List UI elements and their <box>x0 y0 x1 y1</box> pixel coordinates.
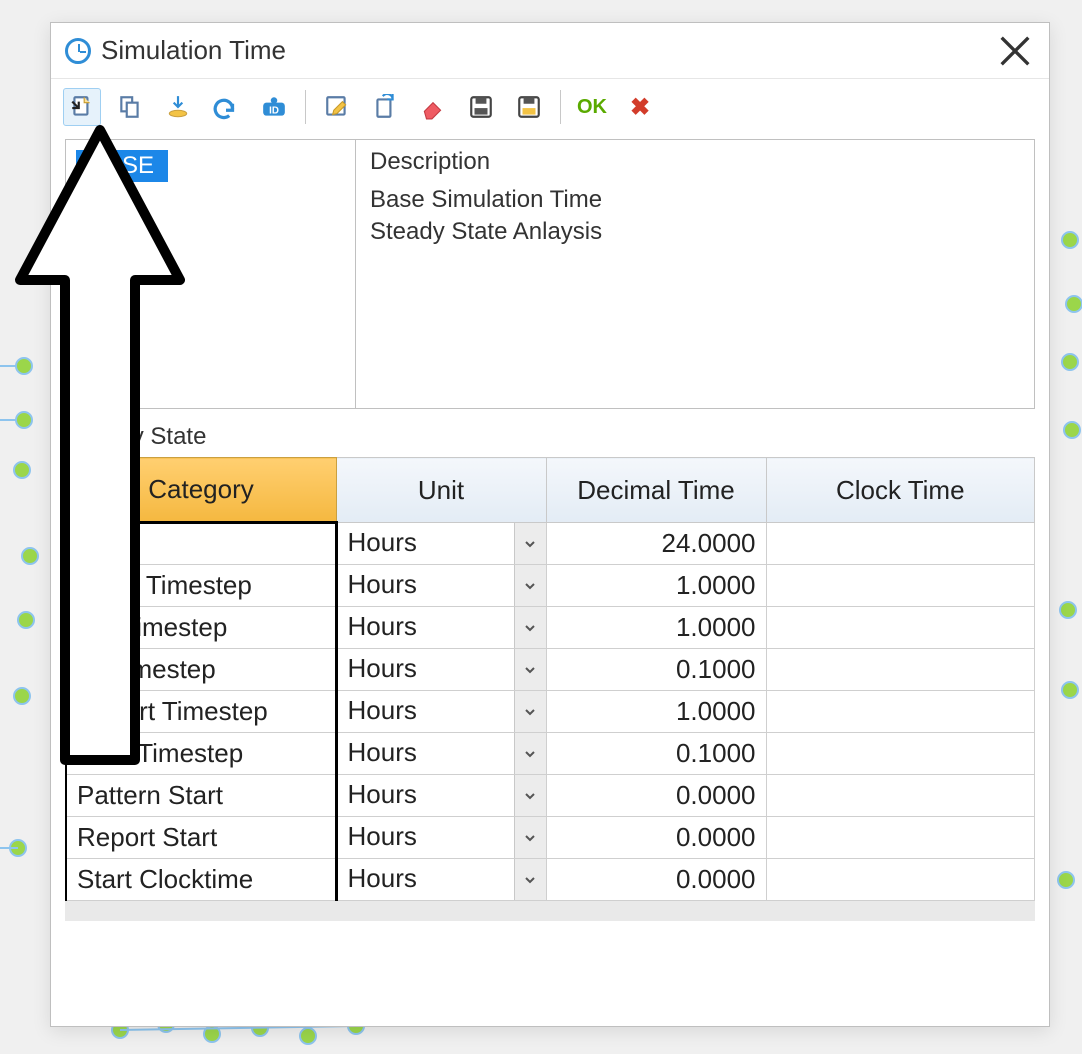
cell-unit[interactable]: Hours <box>336 565 546 607</box>
cell-unit[interactable]: Hours <box>336 733 546 775</box>
description-row: Steady State Anlaysis <box>370 218 1020 246</box>
table-row: Pattern StartHours 0.0000 <box>66 775 1035 817</box>
col-header-unit[interactable]: Unit <box>336 458 546 523</box>
cell-decimal-time[interactable]: 24.0000 <box>546 523 766 565</box>
unit-dropdown-button[interactable] <box>514 523 546 564</box>
unit-value: Hours <box>338 817 514 858</box>
cell-clock-time[interactable] <box>766 523 1035 565</box>
svg-text:ID: ID <box>269 106 279 117</box>
unit-dropdown-button[interactable] <box>514 691 546 732</box>
import-button[interactable] <box>159 88 197 126</box>
cell-clock-time[interactable] <box>766 859 1035 901</box>
cell-category[interactable]: Report Start <box>66 817 336 859</box>
cell-unit[interactable]: Hours <box>336 691 546 733</box>
titlebar: Simulation Time <box>51 23 1049 79</box>
cell-category[interactable]: raulic Timestep <box>66 565 336 607</box>
cell-decimal-time[interactable]: 1.0000 <box>546 565 766 607</box>
new-button[interactable] <box>63 88 101 126</box>
description-header: Description <box>370 148 1020 176</box>
scenario-list-panel: BASE Description Base Simulation Time St… <box>65 139 1035 409</box>
table-row: Report TimestepHours 1.0000 <box>66 691 1035 733</box>
subsection-heading: StSteady Stateeady State <box>51 409 1049 457</box>
save-as-button[interactable] <box>510 88 548 126</box>
undo-button[interactable] <box>207 88 245 126</box>
table-row: Rule TimestepHours 0.1000 <box>66 733 1035 775</box>
table-row: ern TimestepHours 1.0000 <box>66 607 1035 649</box>
clock-icon <box>65 38 91 64</box>
cell-unit[interactable]: Hours <box>336 775 546 817</box>
close-button[interactable] <box>995 31 1035 71</box>
cell-decimal-time[interactable]: 0.1000 <box>546 733 766 775</box>
col-header-category[interactable]: Category <box>66 458 336 523</box>
unit-value: Hours <box>338 565 514 606</box>
description-row: Base Simulation Time <box>370 186 1020 214</box>
cell-clock-time[interactable] <box>766 565 1035 607</box>
scenario-description: Description Base Simulation Time Steady … <box>356 140 1034 408</box>
cancel-button[interactable]: ✖ <box>621 88 659 126</box>
cell-decimal-time[interactable]: 0.0000 <box>546 817 766 859</box>
edit-button[interactable] <box>318 88 356 126</box>
table-row: raulic TimestepHours 1.0000 <box>66 565 1035 607</box>
table-row: ationHours 24.0000 <box>66 523 1035 565</box>
cell-category[interactable]: ation <box>66 523 336 565</box>
cell-unit[interactable]: Hours <box>336 817 546 859</box>
unit-dropdown-button[interactable] <box>514 817 546 858</box>
unit-value: Hours <box>338 649 514 690</box>
toolbar: ID OK ✖ <box>51 79 1049 135</box>
cell-clock-time[interactable] <box>766 733 1035 775</box>
unit-value: Hours <box>338 523 514 564</box>
separator <box>305 90 306 124</box>
cell-clock-time[interactable] <box>766 817 1035 859</box>
cell-unit[interactable]: Hours <box>336 523 546 565</box>
window-title: Simulation Time <box>101 35 995 66</box>
scenario-list[interactable]: BASE <box>66 140 356 408</box>
cell-category[interactable]: Rule Timestep <box>66 733 336 775</box>
unit-dropdown-button[interactable] <box>514 859 546 900</box>
cell-decimal-time[interactable]: 1.0000 <box>546 691 766 733</box>
cell-unit[interactable]: Hours <box>336 607 546 649</box>
scenario-item-base[interactable]: BASE <box>76 150 168 182</box>
cell-clock-time[interactable] <box>766 607 1035 649</box>
unit-value: Hours <box>338 691 514 732</box>
redo-page-button[interactable] <box>366 88 404 126</box>
id-badge-button[interactable]: ID <box>255 88 293 126</box>
separator <box>560 90 561 124</box>
cell-clock-time[interactable] <box>766 691 1035 733</box>
cell-decimal-time[interactable]: 0.0000 <box>546 775 766 817</box>
erase-button[interactable] <box>414 88 452 126</box>
table-row: Report StartHours 0.0000 <box>66 817 1035 859</box>
cell-unit[interactable]: Hours <box>336 859 546 901</box>
table-row: ity TimestepHours 0.1000 <box>66 649 1035 691</box>
cell-decimal-time[interactable]: 0.1000 <box>546 649 766 691</box>
cell-category[interactable]: Report Timestep <box>66 691 336 733</box>
cell-category[interactable]: ity Timestep <box>66 649 336 691</box>
unit-dropdown-button[interactable] <box>514 607 546 648</box>
col-header-decimal[interactable]: Decimal Time <box>546 458 766 523</box>
cell-clock-time[interactable] <box>766 649 1035 691</box>
ok-button[interactable]: OK <box>573 88 611 126</box>
cell-unit[interactable]: Hours <box>336 649 546 691</box>
cell-category[interactable]: Start Clocktime <box>66 859 336 901</box>
unit-value: Hours <box>338 775 514 816</box>
col-header-clock[interactable]: Clock Time <box>766 458 1035 523</box>
table-row: Start ClocktimeHours 0.0000 <box>66 859 1035 901</box>
unit-value: Hours <box>338 607 514 648</box>
time-grid: Category Unit Decimal Time Clock Time at… <box>65 457 1035 921</box>
cell-category[interactable]: Pattern Start <box>66 775 336 817</box>
simulation-time-dialog: Simulation Time ID <box>50 22 1050 1027</box>
unit-value: Hours <box>338 859 514 900</box>
cell-decimal-time[interactable]: 0.0000 <box>546 859 766 901</box>
unit-dropdown-button[interactable] <box>514 565 546 606</box>
unit-dropdown-button[interactable] <box>514 649 546 690</box>
cell-decimal-time[interactable]: 1.0000 <box>546 607 766 649</box>
copy-button[interactable] <box>111 88 149 126</box>
unit-dropdown-button[interactable] <box>514 733 546 774</box>
save-button[interactable] <box>462 88 500 126</box>
unit-dropdown-button[interactable] <box>514 775 546 816</box>
cell-clock-time[interactable] <box>766 775 1035 817</box>
unit-value: Hours <box>338 733 514 774</box>
cell-category[interactable]: ern Timestep <box>66 607 336 649</box>
